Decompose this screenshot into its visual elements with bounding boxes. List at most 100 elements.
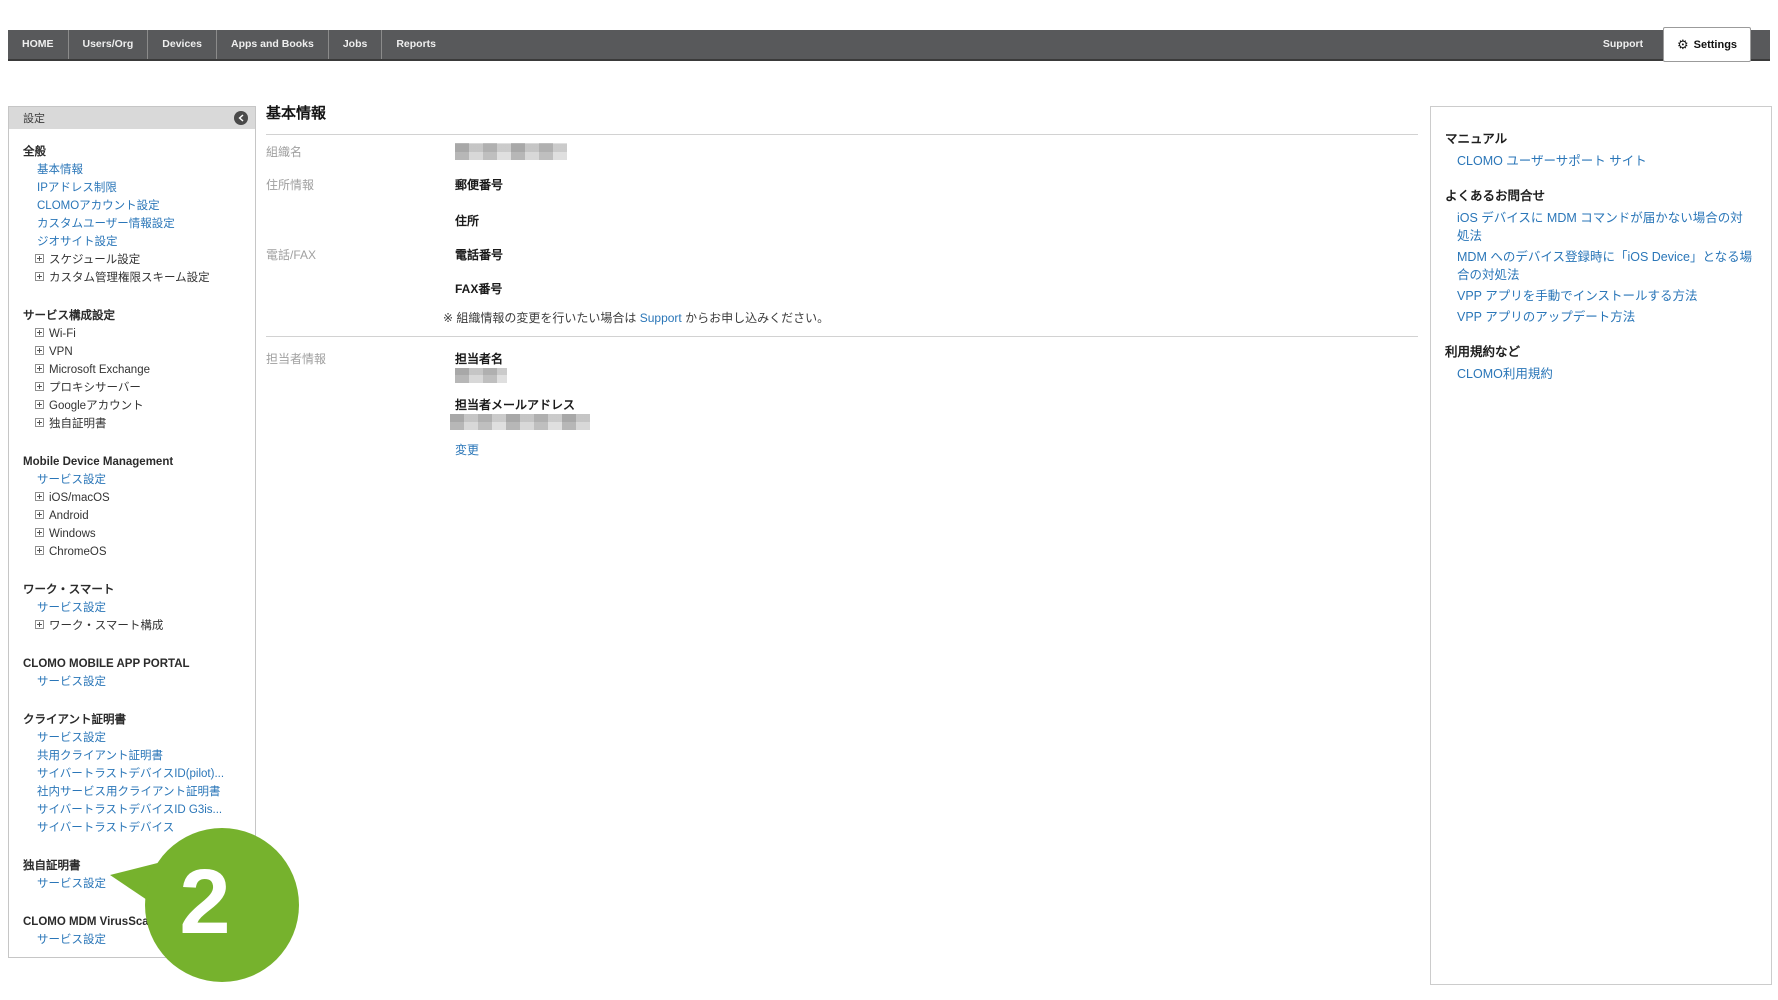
nav-home[interactable]: HOME: [8, 30, 68, 59]
plus-expand-icon[interactable]: [35, 400, 44, 409]
help-link[interactable]: iOS デバイスに MDM コマンドが届かない場合の対処法: [1445, 209, 1755, 245]
fax-number-label: FAX番号: [455, 280, 502, 297]
sidebar-expand-item[interactable]: プロキシサーバー: [23, 379, 247, 397]
terms-title: 利用規約など: [1445, 341, 1755, 360]
sidebar-expand-item[interactable]: ワーク・スマート構成: [23, 617, 247, 635]
sidebar-link-basic-info[interactable]: 基本情報: [23, 161, 247, 179]
sidebar-link[interactable]: カスタムユーザー情報設定: [23, 215, 247, 233]
sidebar-link[interactable]: サービス設定: [23, 471, 247, 489]
sidebar-expand-label: VPN: [49, 346, 73, 358]
sidebar-link[interactable]: サービス設定: [23, 729, 247, 747]
sidebar-link[interactable]: CLOMOアカウント設定: [23, 197, 247, 215]
sidebar-section-title: クライアント証明書: [23, 711, 247, 729]
plus-expand-icon[interactable]: [35, 528, 44, 537]
faq-section: よくあるお問合せ iOS デバイスに MDM コマンドが届かない場合の対処法 M…: [1445, 185, 1755, 326]
phone-fax-label: 電話/FAX: [266, 246, 316, 263]
sidebar-link[interactable]: サイバートラストデバイスID(pilot)...: [23, 765, 247, 783]
contact-name-label: 担当者名: [455, 350, 503, 367]
phone-number-label: 電話番号: [455, 246, 503, 263]
redacted-org-name: [455, 143, 567, 160]
note-text-suffix: からお申し込みください。: [682, 311, 829, 325]
plus-expand-icon[interactable]: [35, 346, 44, 355]
org-name-label: 組織名: [266, 143, 302, 160]
step-number: 2: [179, 851, 230, 953]
sidebar-section-app-portal: CLOMO MOBILE APP PORTAL サービス設定: [23, 655, 247, 691]
contact-info-label: 担当者情報: [266, 350, 326, 367]
help-link[interactable]: VPP アプリを手動でインストールする方法: [1445, 287, 1755, 305]
sidebar-link[interactable]: サービス設定: [23, 673, 247, 691]
sidebar-expand-item[interactable]: 独自証明書: [23, 415, 247, 433]
sidebar-expand-item[interactable]: ChromeOS: [23, 543, 247, 561]
plus-expand-icon[interactable]: [35, 620, 44, 629]
section-divider: [266, 336, 1418, 337]
plus-expand-icon[interactable]: [35, 510, 44, 519]
sidebar-expand-label: Windows: [49, 528, 96, 540]
support-link[interactable]: Support: [640, 311, 682, 325]
plus-expand-icon[interactable]: [35, 418, 44, 427]
sidebar-collapse-button[interactable]: [234, 111, 248, 125]
sidebar-link[interactable]: 社内サービス用クライアント証明書: [23, 783, 247, 801]
sidebar-expand-item[interactable]: スケジュール設定: [23, 251, 247, 269]
sidebar-expand-label: ChromeOS: [49, 546, 107, 558]
help-link-user-support-site[interactable]: CLOMO ユーザーサポート サイト: [1445, 152, 1755, 170]
page-title: 基本情報: [266, 102, 326, 123]
plus-expand-icon[interactable]: [35, 364, 44, 373]
sidebar-link[interactable]: 共用クライアント証明書: [23, 747, 247, 765]
plus-expand-icon[interactable]: [35, 328, 44, 337]
top-nav-bar: HOME Users/Org Devices Apps and Books Jo…: [8, 30, 1770, 61]
plus-expand-icon[interactable]: [35, 382, 44, 391]
nav-devices[interactable]: Devices: [147, 30, 216, 59]
plus-expand-icon[interactable]: [35, 272, 44, 281]
clomo-settings-page: HOME Users/Org Devices Apps and Books Jo…: [0, 0, 1778, 1000]
sidebar-expand-label: iOS/macOS: [49, 492, 110, 504]
settings-tab-label: Settings: [1694, 39, 1737, 51]
sidebar-expand-item[interactable]: Android: [23, 507, 247, 525]
help-link[interactable]: MDM へのデバイス登録時に「iOS Device」となる場合の対処法: [1445, 248, 1755, 284]
manual-title: マニュアル: [1445, 128, 1755, 147]
manual-section: マニュアル CLOMO ユーザーサポート サイト: [1445, 128, 1755, 170]
sidebar-link[interactable]: IPアドレス制限: [23, 179, 247, 197]
redacted-contact-name: [455, 368, 507, 383]
sidebar-section-work-smart: ワーク・スマート サービス設定 ワーク・スマート構成: [23, 581, 247, 635]
sidebar-expand-item[interactable]: iOS/macOS: [23, 489, 247, 507]
nav-users-org[interactable]: Users/Org: [68, 30, 148, 59]
sidebar-expand-label: スケジュール設定: [49, 254, 140, 266]
sidebar-expand-label: Android: [49, 510, 89, 522]
sidebar-expand-item[interactable]: Windows: [23, 525, 247, 543]
sidebar-expand-item[interactable]: Googleアカウント: [23, 397, 247, 415]
sidebar-section-title: ワーク・スマート: [23, 581, 247, 599]
nav-jobs[interactable]: Jobs: [328, 30, 382, 59]
note-text-prefix: ※ 組織情報の変更を行いたい場合は: [443, 311, 640, 325]
nav-support[interactable]: Support: [1588, 30, 1658, 59]
sidebar-expand-label: Microsoft Exchange: [49, 364, 150, 376]
address-label: 住所情報: [266, 176, 314, 193]
sidebar-section-general: 全般 基本情報 IPアドレス制限 CLOMOアカウント設定 カスタムユーザー情報…: [23, 143, 247, 287]
change-link[interactable]: 変更: [455, 441, 479, 458]
sidebar-section-title: サービス構成設定: [23, 307, 247, 325]
terms-section: 利用規約など CLOMO利用規約: [1445, 341, 1755, 383]
tab-settings[interactable]: ⚙ Settings: [1663, 27, 1751, 62]
help-link-terms[interactable]: CLOMO利用規約: [1445, 365, 1755, 383]
sidebar-expand-label: プロキシサーバー: [49, 382, 141, 394]
sidebar-expand-item[interactable]: カスタム管理権限スキーム設定: [23, 269, 247, 287]
title-divider: [266, 134, 1418, 135]
step-2-annotation-balloon: 2: [95, 815, 310, 1000]
nav-reports[interactable]: Reports: [381, 30, 450, 59]
sidebar-expand-item[interactable]: VPN: [23, 343, 247, 361]
gear-icon: ⚙: [1677, 38, 1689, 51]
nav-apps-and-books[interactable]: Apps and Books: [216, 30, 328, 59]
sidebar-expand-item[interactable]: Microsoft Exchange: [23, 361, 247, 379]
help-panel: マニュアル CLOMO ユーザーサポート サイト よくあるお問合せ iOS デバ…: [1430, 106, 1772, 985]
sidebar-link[interactable]: サービス設定: [23, 599, 247, 617]
street-address-label: 住所: [455, 212, 479, 229]
sidebar-title: 設定: [23, 110, 45, 126]
help-link[interactable]: VPP アプリのアップデート方法: [1445, 308, 1755, 326]
sidebar-section-title: 全般: [23, 143, 247, 161]
plus-expand-icon[interactable]: [35, 492, 44, 501]
redacted-contact-email: [450, 414, 590, 430]
sidebar-expand-item[interactable]: Wi-Fi: [23, 325, 247, 343]
sidebar-section-service-config: サービス構成設定 Wi-Fi VPN Microsoft Exchange プロ…: [23, 307, 247, 433]
plus-expand-icon[interactable]: [35, 254, 44, 263]
plus-expand-icon[interactable]: [35, 546, 44, 555]
sidebar-link[interactable]: ジオサイト設定: [23, 233, 247, 251]
